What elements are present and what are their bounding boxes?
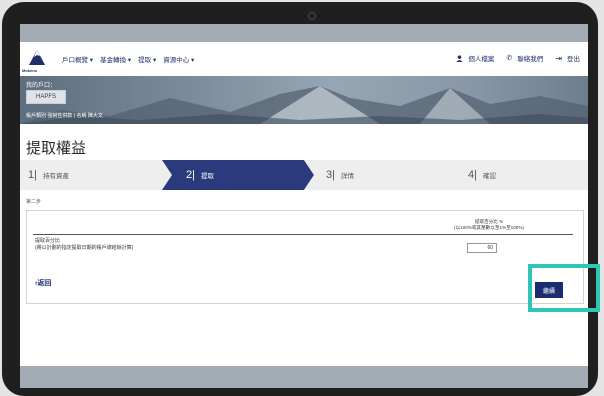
user-icon (456, 54, 464, 62)
app-screen: Mokeno 戶口概覽 ▾ 基金轉換 ▾ 提取 ▾ 資源中心 ▾ 個人檔案 ✆ … (20, 24, 588, 388)
account-info: 帳戶類別 強制性供款 | 名稱 陳大文 (26, 113, 103, 119)
logo-text: Mokeno (22, 68, 38, 73)
account-banner: 我的戶口： HAPFS 帳戶類別 強制性供款 | 名稱 陳大文 (20, 76, 588, 124)
back-link[interactable]: ‹返回 (35, 278, 51, 288)
percentage-column-header: 提取百分比 % (以100%或其整數以至1%至100%) (454, 219, 524, 230)
table-divider (33, 234, 573, 235)
logout-icon: ⇥ (555, 53, 562, 63)
contact-link[interactable]: ✆ 聯絡我們 (506, 53, 543, 63)
profile-link[interactable]: 個人檔案 (456, 53, 494, 63)
phone-icon: ✆ (506, 55, 513, 62)
withdrawal-percentage-input[interactable]: 60 (467, 243, 497, 253)
camera-dot (308, 12, 316, 20)
stepper-background (20, 160, 588, 190)
step-caption: 第二步 (26, 199, 42, 205)
top-status-bar (20, 24, 588, 42)
percentage-row-label: 提取百分比 (將以計劃的指定提取日期的帳戶總結餘計算) (35, 238, 134, 251)
logout-link[interactable]: ⇥ 登出 (555, 53, 580, 64)
account-selector[interactable]: HAPFS (26, 90, 66, 104)
footer-bar (20, 366, 588, 388)
menu-item-withdrawal[interactable]: 提取 ▾ (138, 54, 156, 64)
logout-label: 登出 (567, 56, 580, 63)
navigation-bar: Mokeno 戶口概覽 ▾ 基金轉換 ▾ 提取 ▾ 資源中心 ▾ 個人檔案 ✆ … (20, 42, 588, 76)
withdrawal-form-panel: 提取百分比 % (以100%或其整數以至1%至100%) 提取百分比 (將以計劃… (26, 210, 584, 304)
menu-item-fund-switch[interactable]: 基金轉換 ▾ (100, 54, 131, 64)
tablet-frame: Mokeno 戶口概覽 ▾ 基金轉換 ▾ 提取 ▾ 資源中心 ▾ 個人檔案 ✆ … (2, 2, 598, 396)
progress-stepper: 1| 持有資產 2| 提取 3| 詳情 4| 確認 (20, 160, 588, 190)
account-label: 我的戶口： (26, 83, 57, 89)
mountain-background (20, 86, 588, 124)
utility-nav: 個人檔案 ✆ 聯絡我們 ⇥ 登出 (456, 53, 580, 63)
contact-label: 聯絡我們 (517, 56, 544, 63)
page-title: 提取權益 (26, 140, 87, 157)
menu-item-account-overview[interactable]: 戶口概覽 ▾ (62, 54, 93, 64)
menu-item-resource-centre[interactable]: 資源中心 ▾ (163, 54, 194, 64)
profile-label: 個人檔案 (468, 56, 495, 63)
main-menu: 戶口概覽 ▾ 基金轉換 ▾ 提取 ▾ 資源中心 ▾ (62, 54, 194, 64)
highlight-box (528, 264, 600, 312)
step-details: 3| 詳情 (326, 169, 354, 181)
step-confirm: 4| 確認 (468, 169, 496, 181)
step-withdraw: 2| 提取 (186, 169, 214, 181)
step-holdings: 1| 持有資產 (28, 169, 69, 181)
